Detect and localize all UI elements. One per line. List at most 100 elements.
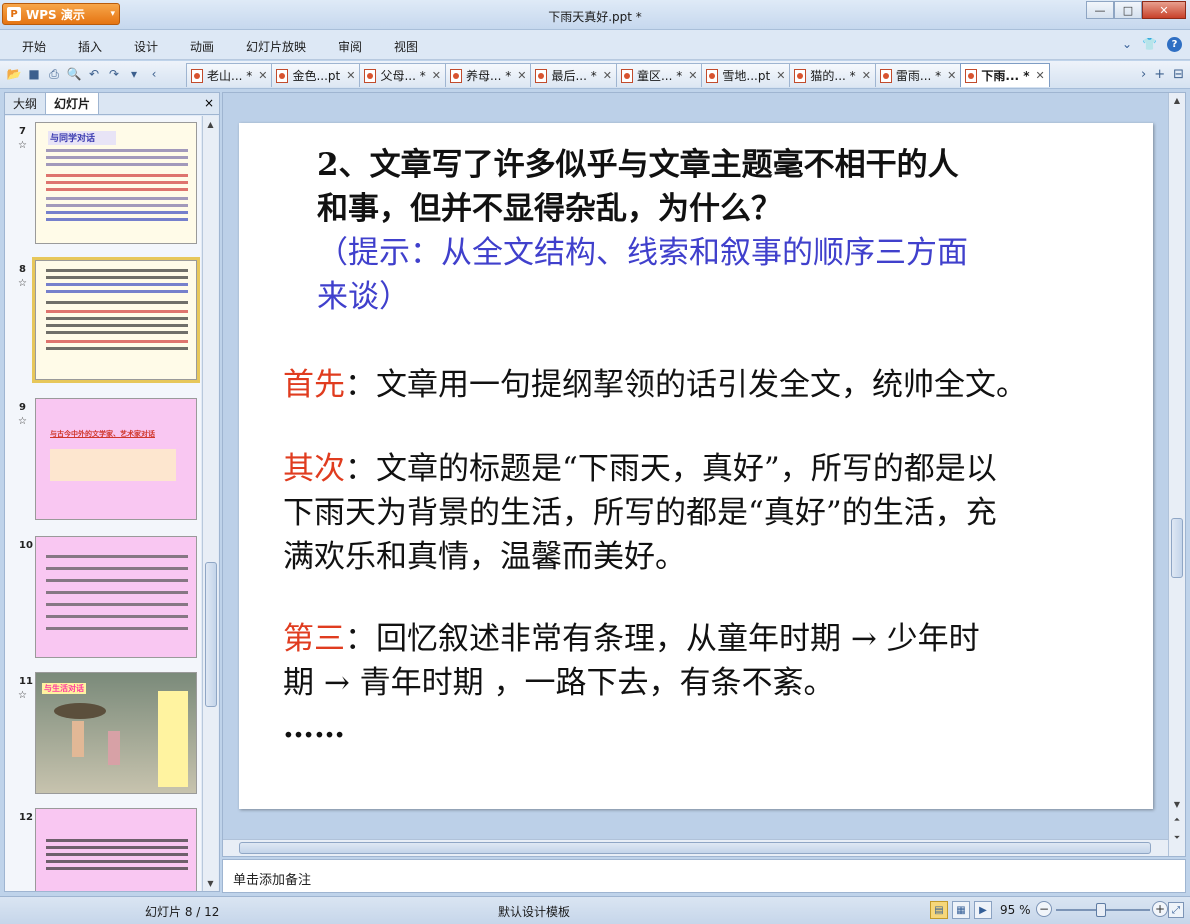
print-preview-icon[interactable]: 🔍 xyxy=(66,66,82,82)
close-button[interactable]: ✕ xyxy=(1142,1,1186,19)
slide-thumbnail[interactable] xyxy=(35,536,197,658)
help-icon[interactable]: ? xyxy=(1167,37,1182,52)
scrollbar-thumb[interactable] xyxy=(1171,518,1183,578)
close-panel-icon[interactable]: × xyxy=(204,96,214,110)
menu-review[interactable]: 审阅 xyxy=(338,38,362,55)
close-tab-icon[interactable]: ✕ xyxy=(776,69,785,82)
hint-line-1: （提示：从全文结构、线索和叙事的顺序三方面 xyxy=(317,235,968,271)
slide-thumbnail[interactable] xyxy=(35,808,197,891)
third-label: 第三 xyxy=(283,621,345,657)
menu-view[interactable]: 视图 xyxy=(394,38,418,55)
doc-tab[interactable]: 父母... * ✕ xyxy=(359,63,446,87)
doc-tab[interactable]: 雷雨... * ✕ xyxy=(874,63,962,87)
scrollbar-thumb[interactable] xyxy=(239,842,1151,854)
menu-slideshow[interactable]: 幻灯片放映 xyxy=(246,38,306,55)
fit-window-icon[interactable]: ⤢ xyxy=(1168,902,1184,918)
editor-vertical-scrollbar[interactable]: ▲ ▼ ⏶ ⏷ xyxy=(1168,93,1185,856)
zoom-in-button[interactable]: + xyxy=(1152,901,1168,917)
close-tab-icon[interactable]: ✕ xyxy=(258,69,267,82)
ppt-file-icon xyxy=(620,68,633,83)
next-slide-icon[interactable]: ⏷ xyxy=(1169,831,1185,845)
scroll-down-icon[interactable]: ▼ xyxy=(203,875,218,891)
menu-animation[interactable]: 动画 xyxy=(190,38,214,55)
customize-icon[interactable]: ▾ xyxy=(126,66,142,82)
close-tab-icon[interactable]: ✕ xyxy=(862,69,871,82)
slide-number: 8 xyxy=(19,264,26,275)
template-name[interactable]: 默认设计模板 xyxy=(498,903,570,920)
redo-icon[interactable]: ↷ xyxy=(106,66,122,82)
question-line-2: 和事，但并不显得杂乱，为什么？ xyxy=(317,191,782,227)
third-point: 第三：回忆叙述非常有条理，从童年时期 → 少年时 xyxy=(283,617,980,661)
title-bar: P WPS 演示 ▾ 下雨天真好.ppt * — □ ✕ xyxy=(0,0,1190,30)
minimize-button[interactable]: — xyxy=(1086,1,1114,19)
scrollbar-thumb[interactable] xyxy=(205,562,217,707)
window-title: 下雨天真好.ppt * xyxy=(548,10,642,24)
menu-design[interactable]: 设计 xyxy=(134,38,158,55)
skin-icon[interactable]: 👕 xyxy=(1142,37,1157,52)
tab-scroll-right-icon[interactable]: › xyxy=(1141,67,1146,82)
slide-number: 10 xyxy=(19,540,33,551)
status-bar: 幻灯片 8 / 12 默认设计模板 ▤ ▦ ▶ 95 % − + ⤢ xyxy=(0,896,1190,924)
umbrella-shape xyxy=(54,703,106,719)
close-tab-icon[interactable]: ✕ xyxy=(603,69,612,82)
doc-tab-active[interactable]: 下雨... * ✕ xyxy=(960,63,1050,87)
close-tab-icon[interactable]: ✕ xyxy=(1036,69,1045,82)
open-icon[interactable]: 📂 xyxy=(6,66,22,82)
tab-list-icon[interactable]: ⊟ xyxy=(1173,67,1184,82)
slide-number: 11 xyxy=(19,676,33,687)
scroll-up-icon[interactable]: ▲ xyxy=(1169,93,1185,107)
editor-horizontal-scrollbar[interactable] xyxy=(223,839,1168,856)
new-tab-icon[interactable]: + xyxy=(1154,67,1165,82)
slideshow-icon[interactable]: ▶ xyxy=(974,901,992,919)
thumb-textbox xyxy=(158,691,188,787)
slide-thumbnail[interactable]: 与古今中外的文学家、艺术家对话 xyxy=(35,398,197,520)
close-tab-icon[interactable]: ✕ xyxy=(688,69,697,82)
scroll-down-icon[interactable]: ▼ xyxy=(1169,797,1185,811)
slide-thumbnail[interactable]: 与生活对话 xyxy=(35,672,197,794)
save-icon[interactable]: ■ xyxy=(26,66,42,82)
tab-slides[interactable]: 幻灯片 xyxy=(45,93,100,114)
close-tab-icon[interactable]: ✕ xyxy=(346,69,355,82)
notes-placeholder: 单击添加备注 xyxy=(233,873,312,888)
ppt-file-icon xyxy=(535,68,548,83)
menu-insert[interactable]: 插入 xyxy=(78,38,102,55)
second-text-1: ：文章的标题是“下雨天，真好”，所写的都是以 xyxy=(345,451,997,487)
prev-slide-icon[interactable]: ⏶ xyxy=(1169,813,1185,827)
slide-sorter-icon[interactable]: ▦ xyxy=(952,901,970,919)
doc-tab[interactable]: 老山... * ✕ xyxy=(186,63,273,87)
zoom-level[interactable]: 95 % xyxy=(1000,903,1031,917)
doc-tab[interactable]: 养母... * ✕ xyxy=(444,63,532,87)
normal-view-icon[interactable]: ▤ xyxy=(930,901,948,919)
zoom-out-button[interactable]: − xyxy=(1036,901,1052,917)
slide-thumbnail[interactable]: 与同学对话 xyxy=(35,122,197,244)
second-point: 其次：文章的标题是“下雨天，真好”，所写的都是以 xyxy=(283,447,997,491)
tab-outline[interactable]: 大纲 xyxy=(5,93,45,114)
slide-thumbnails: 7 ☆ 与同学对话 8 ☆ 9 ☆ 与古今中外的文学家、艺术家对话 10 11 … xyxy=(5,116,201,891)
doc-tab-label: 童区... * xyxy=(636,69,683,83)
thumbnails-scrollbar[interactable]: ▲ ▼ xyxy=(202,116,218,891)
close-tab-icon[interactable]: ✕ xyxy=(947,69,956,82)
current-slide[interactable]: 2、文章写了许多似乎与文章主题毫不相干的人 和事，但并不显得杂乱，为什么？ （提… xyxy=(239,123,1153,809)
menu-bar: 开始 插入 设计 动画 幻灯片放映 审阅 视图 ⌄ 👕 ? xyxy=(0,30,1190,60)
tab-scroll-left-icon[interactable]: ‹ xyxy=(146,66,162,82)
collapse-ribbon-icon[interactable]: ⌄ xyxy=(1122,37,1132,52)
close-tab-icon[interactable]: ✕ xyxy=(517,69,526,82)
doc-tab[interactable]: 猫的... * ✕ xyxy=(789,63,876,87)
doc-tab[interactable]: 金色...pt ✕ xyxy=(271,63,361,87)
doc-tab-label: 猫的... * xyxy=(810,69,856,83)
scroll-up-icon[interactable]: ▲ xyxy=(203,116,218,132)
close-tab-icon[interactable]: ✕ xyxy=(432,69,441,82)
doc-tab[interactable]: 童区... * ✕ xyxy=(615,63,703,87)
doc-tab-label: 下雨... * xyxy=(981,69,1030,83)
quick-toolbar: 📂 ■ ⎙ 🔍 ↶ ↷ ▾ ‹ 老山... * ✕ 金色...pt ✕ 父母... … xyxy=(0,61,1190,89)
doc-tab[interactable]: 最后... * ✕ xyxy=(530,63,617,87)
doc-tab[interactable]: 雪地...pt ✕ xyxy=(701,63,791,87)
doc-tab-label: 雪地...pt xyxy=(722,69,771,83)
menu-home[interactable]: 开始 xyxy=(22,38,46,55)
undo-icon[interactable]: ↶ xyxy=(86,66,102,82)
slide-thumbnail-selected[interactable] xyxy=(32,257,200,383)
maximize-button[interactable]: □ xyxy=(1114,1,1142,19)
notes-pane[interactable]: 单击添加备注 xyxy=(222,859,1186,893)
zoom-slider-handle[interactable] xyxy=(1096,903,1106,917)
print-icon[interactable]: ⎙ xyxy=(46,66,62,82)
